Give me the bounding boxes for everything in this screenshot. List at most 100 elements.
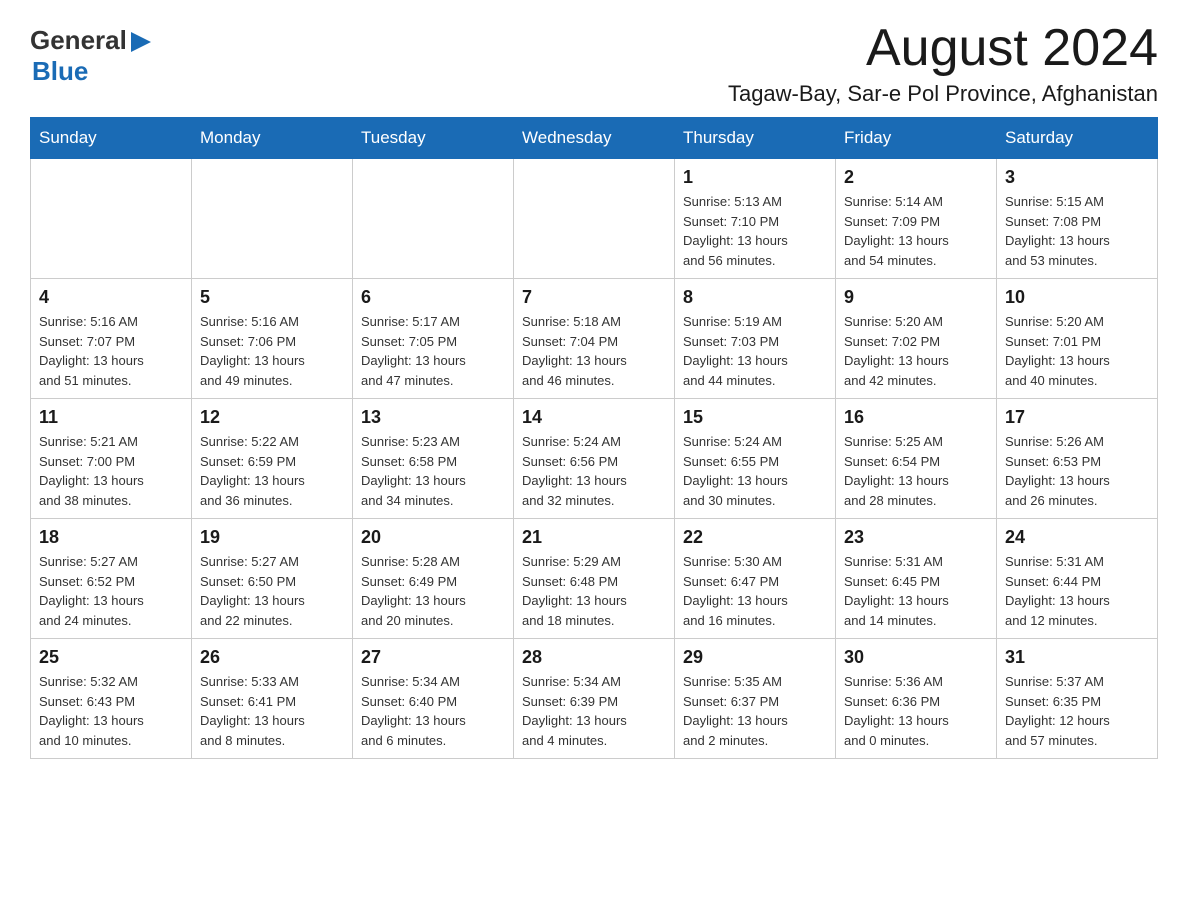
logo-general-text: General — [30, 25, 127, 56]
calendar-cell: 31 Sunrise: 5:37 AM Sunset: 6:35 PM Dayli… — [997, 639, 1158, 759]
day-info: Sunrise: 5:36 AM Sunset: 6:36 PM Dayligh… — [844, 672, 988, 750]
calendar-header-row: SundayMondayTuesdayWednesdayThursdayFrid… — [31, 118, 1158, 159]
calendar-cell: 20 Sunrise: 5:28 AM Sunset: 6:49 PM Dayli… — [353, 519, 514, 639]
week-row-1: 1 Sunrise: 5:13 AM Sunset: 7:10 PM Daylig… — [31, 159, 1158, 279]
day-number: 11 — [39, 407, 183, 428]
day-number: 7 — [522, 287, 666, 308]
day-info: Sunrise: 5:23 AM Sunset: 6:58 PM Dayligh… — [361, 432, 505, 510]
day-info: Sunrise: 5:31 AM Sunset: 6:44 PM Dayligh… — [1005, 552, 1149, 630]
calendar-cell: 24Sunrise: 5:31 AM Sunset: 6:44 PM Dayli… — [997, 519, 1158, 639]
title-section: August 2024 Tagaw-Bay, Sar-e Pol Provinc… — [728, 20, 1158, 107]
calendar-header-sunday: Sunday — [31, 118, 192, 159]
day-info: Sunrise: 5:16 AM Sunset: 7:07 PM Dayligh… — [39, 312, 183, 390]
day-info: Sunrise: 5:16 AM Sunset: 7:06 PM Dayligh… — [200, 312, 344, 390]
day-info: Sunrise: 5:31 AM Sunset: 6:45 PM Dayligh… — [844, 552, 988, 630]
day-info: Sunrise: 5:27 AM Sunset: 6:52 PM Dayligh… — [39, 552, 183, 630]
calendar-cell: 7Sunrise: 5:18 AM Sunset: 7:04 PM Daylig… — [514, 279, 675, 399]
day-number: 27 — [361, 647, 505, 668]
day-info: Sunrise: 5:20 AM Sunset: 7:01 PM Dayligh… — [1005, 312, 1149, 390]
day-number: 19 — [200, 527, 344, 548]
week-row-5: 25Sunrise: 5:32 AM Sunset: 6:43 PM Dayli… — [31, 639, 1158, 759]
calendar-cell: 30 Sunrise: 5:36 AM Sunset: 6:36 PM Dayli… — [836, 639, 997, 759]
week-row-4: 18 Sunrise: 5:27 AM Sunset: 6:52 PM Dayli… — [31, 519, 1158, 639]
calendar-header-thursday: Thursday — [675, 118, 836, 159]
day-info: Sunrise: 5:21 AM Sunset: 7:00 PM Dayligh… — [39, 432, 183, 510]
month-title: August 2024 — [728, 20, 1158, 77]
logo: General Blue — [30, 20, 151, 87]
calendar-cell — [31, 159, 192, 279]
calendar-cell: 2 Sunrise: 5:14 AM Sunset: 7:09 PM Daylig… — [836, 159, 997, 279]
day-number: 25 — [39, 647, 183, 668]
day-number: 31 — [1005, 647, 1149, 668]
day-info: Sunrise: 5:13 AM Sunset: 7:10 PM Dayligh… — [683, 192, 827, 270]
day-info: Sunrise: 5:37 AM Sunset: 6:35 PM Dayligh… — [1005, 672, 1149, 750]
day-number: 22 — [683, 527, 827, 548]
calendar-cell: 23 Sunrise: 5:31 AM Sunset: 6:45 PM Dayli… — [836, 519, 997, 639]
day-number: 16 — [844, 407, 988, 428]
day-number: 12 — [200, 407, 344, 428]
calendar-cell: 25Sunrise: 5:32 AM Sunset: 6:43 PM Dayli… — [31, 639, 192, 759]
day-info: Sunrise: 5:33 AM Sunset: 6:41 PM Dayligh… — [200, 672, 344, 750]
calendar-cell: 29 Sunrise: 5:35 AM Sunset: 6:37 PM Dayli… — [675, 639, 836, 759]
calendar-cell: 19 Sunrise: 5:27 AM Sunset: 6:50 PM Dayli… — [192, 519, 353, 639]
location-title: Tagaw-Bay, Sar-e Pol Province, Afghanist… — [728, 81, 1158, 107]
calendar-cell: 18 Sunrise: 5:27 AM Sunset: 6:52 PM Dayli… — [31, 519, 192, 639]
day-number: 9 — [844, 287, 988, 308]
calendar-cell: 1 Sunrise: 5:13 AM Sunset: 7:10 PM Daylig… — [675, 159, 836, 279]
day-number: 21 — [522, 527, 666, 548]
calendar-cell: 26 Sunrise: 5:33 AM Sunset: 6:41 PM Dayli… — [192, 639, 353, 759]
calendar-cell: 28 Sunrise: 5:34 AM Sunset: 6:39 PM Dayli… — [514, 639, 675, 759]
calendar-cell: 15 Sunrise: 5:24 AM Sunset: 6:55 PM Dayli… — [675, 399, 836, 519]
day-number: 29 — [683, 647, 827, 668]
calendar-header-saturday: Saturday — [997, 118, 1158, 159]
calendar-header-wednesday: Wednesday — [514, 118, 675, 159]
calendar-cell — [514, 159, 675, 279]
day-info: Sunrise: 5:34 AM Sunset: 6:39 PM Dayligh… — [522, 672, 666, 750]
calendar-cell: 11 Sunrise: 5:21 AM Sunset: 7:00 PM Dayli… — [31, 399, 192, 519]
day-number: 10 — [1005, 287, 1149, 308]
day-info: Sunrise: 5:19 AM Sunset: 7:03 PM Dayligh… — [683, 312, 827, 390]
calendar-cell: 17 Sunrise: 5:26 AM Sunset: 6:53 PM Dayli… — [997, 399, 1158, 519]
day-number: 5 — [200, 287, 344, 308]
calendar-cell: 9Sunrise: 5:20 AM Sunset: 7:02 PM Daylig… — [836, 279, 997, 399]
calendar-cell: 6 Sunrise: 5:17 AM Sunset: 7:05 PM Daylig… — [353, 279, 514, 399]
calendar-table: SundayMondayTuesdayWednesdayThursdayFrid… — [30, 117, 1158, 759]
calendar-cell: 13Sunrise: 5:23 AM Sunset: 6:58 PM Dayli… — [353, 399, 514, 519]
calendar-cell: 22 Sunrise: 5:30 AM Sunset: 6:47 PM Dayli… — [675, 519, 836, 639]
day-number: 30 — [844, 647, 988, 668]
day-number: 1 — [683, 167, 827, 188]
day-info: Sunrise: 5:24 AM Sunset: 6:55 PM Dayligh… — [683, 432, 827, 510]
day-number: 4 — [39, 287, 183, 308]
day-number: 20 — [361, 527, 505, 548]
calendar-header-friday: Friday — [836, 118, 997, 159]
calendar-header-monday: Monday — [192, 118, 353, 159]
day-info: Sunrise: 5:28 AM Sunset: 6:49 PM Dayligh… — [361, 552, 505, 630]
week-row-2: 4 Sunrise: 5:16 AM Sunset: 7:07 PM Daylig… — [31, 279, 1158, 399]
day-info: Sunrise: 5:26 AM Sunset: 6:53 PM Dayligh… — [1005, 432, 1149, 510]
day-number: 26 — [200, 647, 344, 668]
day-info: Sunrise: 5:17 AM Sunset: 7:05 PM Dayligh… — [361, 312, 505, 390]
calendar-cell: 27 Sunrise: 5:34 AM Sunset: 6:40 PM Dayli… — [353, 639, 514, 759]
day-info: Sunrise: 5:25 AM Sunset: 6:54 PM Dayligh… — [844, 432, 988, 510]
calendar-cell: 5 Sunrise: 5:16 AM Sunset: 7:06 PM Daylig… — [192, 279, 353, 399]
day-number: 3 — [1005, 167, 1149, 188]
day-info: Sunrise: 5:35 AM Sunset: 6:37 PM Dayligh… — [683, 672, 827, 750]
day-number: 28 — [522, 647, 666, 668]
day-number: 17 — [1005, 407, 1149, 428]
day-info: Sunrise: 5:30 AM Sunset: 6:47 PM Dayligh… — [683, 552, 827, 630]
calendar-header-tuesday: Tuesday — [353, 118, 514, 159]
day-info: Sunrise: 5:34 AM Sunset: 6:40 PM Dayligh… — [361, 672, 505, 750]
day-info: Sunrise: 5:24 AM Sunset: 6:56 PM Dayligh… — [522, 432, 666, 510]
day-info: Sunrise: 5:27 AM Sunset: 6:50 PM Dayligh… — [200, 552, 344, 630]
day-info: Sunrise: 5:14 AM Sunset: 7:09 PM Dayligh… — [844, 192, 988, 270]
calendar-cell: 14Sunrise: 5:24 AM Sunset: 6:56 PM Dayli… — [514, 399, 675, 519]
logo-blue-text: Blue — [32, 56, 88, 87]
calendar-cell: 21Sunrise: 5:29 AM Sunset: 6:48 PM Dayli… — [514, 519, 675, 639]
day-number: 15 — [683, 407, 827, 428]
calendar-cell: 4 Sunrise: 5:16 AM Sunset: 7:07 PM Daylig… — [31, 279, 192, 399]
calendar-cell: 8Sunrise: 5:19 AM Sunset: 7:03 PM Daylig… — [675, 279, 836, 399]
day-number: 2 — [844, 167, 988, 188]
day-number: 18 — [39, 527, 183, 548]
day-number: 23 — [844, 527, 988, 548]
day-number: 6 — [361, 287, 505, 308]
